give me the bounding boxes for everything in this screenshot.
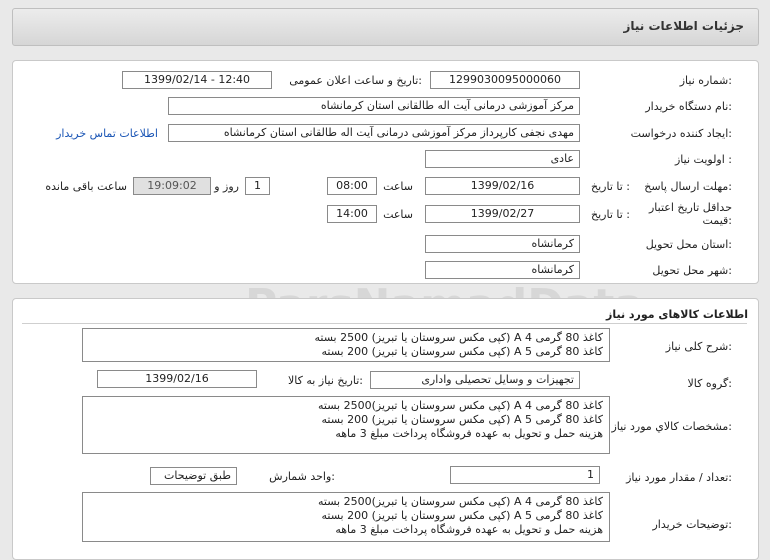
days-label: روز و [214, 180, 239, 193]
remaining-days-field: 1 [245, 177, 270, 195]
unit-label: واحد شمارش: [269, 470, 335, 483]
deadline-time-label: ساعت [383, 180, 413, 193]
province-label: استان محل تحویل: [645, 238, 732, 251]
announce-field: 1399/02/14 - 12:40 [122, 71, 272, 89]
summary-label: شرح کلی نیاز: [665, 340, 732, 353]
buyer-field: مرکز آموزشی درمانی آیت اله طالقانی استان… [168, 97, 580, 115]
summary-line: کاغذ 80 گرمی A 5 (کپی مکس سروستان یا تبر… [321, 345, 603, 358]
validity-time-field: 14:00 [327, 205, 377, 223]
city-field: کرمانشاه [425, 261, 580, 279]
summary-field: کاغذ 80 گرمی A 4 (کپی مکس سروستان یا تبر… [82, 328, 610, 362]
page-title: جزئیات اطلاعات نیاز [623, 19, 744, 33]
creator-label: ایجاد کننده درخواست: [630, 127, 732, 140]
priority-field: عادی [425, 150, 580, 168]
announce-label: تاریخ و ساعت اعلان عمومی: [289, 74, 422, 87]
priority-label: اولویت نیاز : [674, 153, 732, 166]
need-number-field: 1299030095000060 [430, 71, 580, 89]
summary-line: کاغذ 80 گرمی A 4 (کپی مکس سروستان یا تبر… [314, 331, 603, 344]
deadline-label: مهلت ارسال پاسخ: [644, 180, 732, 193]
spec-line: کاغذ 80 گرمی A 5 (کپی مکس سروستان یا تبر… [321, 413, 603, 426]
need-date-field: 1399/02/16 [97, 370, 257, 388]
deadline-time-field: 08:00 [327, 177, 377, 195]
buyer-notes-line: کاغذ 80 گرمی A 5 (کپی مکس سروستان یا تبر… [321, 509, 603, 522]
unit-field: طبق توضیحات [150, 467, 237, 485]
page-header: جزئیات اطلاعات نیاز [12, 8, 759, 46]
group-label: گروه کالا: [687, 377, 732, 390]
city-label: شهر محل تحویل: [652, 264, 732, 277]
buyer-notes-line: کاغذ 80 گرمی A 4 (کپی مکس سروستان یا تبر… [318, 495, 603, 508]
deadline-to-date-label: تا تاریخ : [591, 180, 630, 193]
province-field: کرمانشاه [425, 235, 580, 253]
buyer-label: نام دستگاه خریدار: [645, 100, 732, 113]
buyer-notes-field: کاغذ 80 گرمی A 4 (کپی مکس سروستان یا تبر… [82, 492, 610, 542]
goods-section-title: اطلاعات کالاهای مورد نیاز [606, 308, 748, 321]
spec-field: کاغذ 80 گرمی A 4 (کپی مکس سروستان یا تبر… [82, 396, 610, 454]
remaining-time-field: 19:09:02 [133, 177, 211, 195]
spec-label: مشخصات کالاي مورد نياز: [611, 420, 732, 433]
validity-to-date-label: تا تاریخ : [591, 208, 630, 221]
creator-field: مهدی نجفی کارپرداز مرکز آموزشی درمانی آی… [168, 124, 580, 142]
spec-line: کاغذ 80 گرمی A 4 (کپی مکس سروستان یا تبر… [318, 399, 603, 412]
deadline-date-field: 1399/02/16 [425, 177, 580, 195]
validity-label-line1: حداقل تاریخ اعتبار [648, 201, 732, 214]
validity-label-line2: قیمت: [702, 214, 732, 227]
goods-section-divider [22, 323, 747, 324]
remaining-time-label: ساعت باقی مانده [45, 180, 127, 193]
buyer-notes-line: هزینه حمل و تحویل به عهده فروشگاه پرداخت… [335, 523, 603, 536]
need-number-label: شماره نیاز: [679, 74, 732, 87]
buyer-contact-link[interactable]: اطلاعات تماس خریدار [56, 127, 158, 140]
need-date-label: تاریخ نیاز به کالا: [288, 374, 363, 387]
group-field: تجهیزات و وسایل تحصیلی واداری [370, 371, 580, 389]
qty-field: 1 [450, 466, 600, 484]
buyer-notes-label: توضیحات خریدار: [652, 518, 733, 531]
validity-date-field: 1399/02/27 [425, 205, 580, 223]
qty-label: تعداد / مقدار مورد نیاز: [626, 471, 732, 484]
validity-time-label: ساعت [383, 208, 413, 221]
spec-line: هزینه حمل و تحویل به عهده فروشگاه پرداخت… [335, 427, 603, 440]
